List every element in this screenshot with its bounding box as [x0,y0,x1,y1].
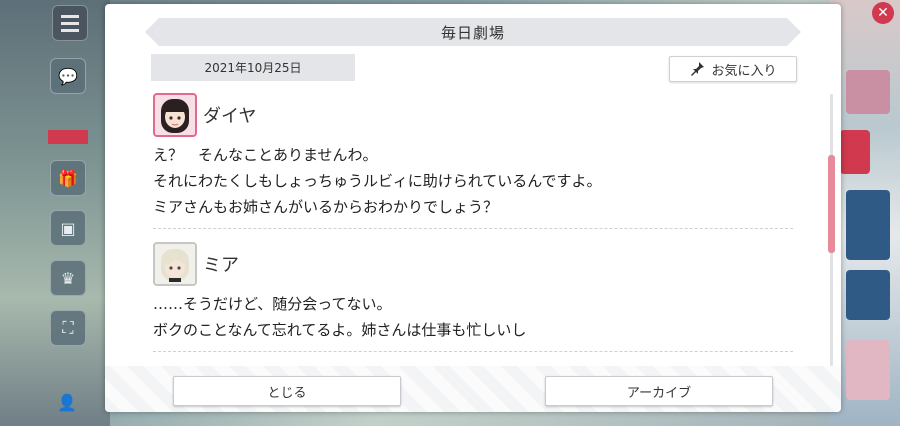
deco-shop [846,270,890,320]
chat-icon[interactable]: 💬 [50,58,86,94]
conversation-entry: ミア ……そうだけど、随分会ってない。 ボクのことなんて忘れてるよ。姉さんは仕事… [153,241,793,352]
deco-badge [840,130,870,174]
screen-icon[interactable]: ▣ [50,210,86,246]
pin-icon [691,62,705,76]
dialog-title-bar: 毎日劇場 [145,18,801,46]
daily-theater-dialog: 毎日劇場 2021年10月25日 お気に入り ダイヤ え？ そんなことありません… [105,4,841,412]
mia-avatar [153,242,197,286]
deco-banner [846,190,890,260]
event-tag [48,130,88,144]
dialogue-line: ボクのことなんて忘れてるよ。姉さんは仕事も忙しいし [153,321,527,339]
dialogue-line: え？ そんなことありませんわ。 [153,146,378,164]
deco-card [846,70,890,114]
scrollbar-thumb[interactable] [828,154,835,253]
archive-button[interactable]: アーカイブ [545,376,773,406]
conversation-log[interactable]: ダイヤ え？ そんなことありませんわ。 それにわたくしもしょっちゅうルビィに助け… [153,92,793,360]
dia-avatar [153,93,197,137]
trophy-icon[interactable]: ♛ [50,260,86,296]
favorite-label: お気に入り [711,63,777,79]
close-button[interactable]: とじる [173,376,401,406]
dialog-title: 毎日劇場 [440,23,505,42]
user-icon[interactable]: 👤 [50,385,84,419]
speaker-name: ダイヤ [203,106,257,127]
date-label: 2021年10月25日 [151,54,355,81]
speaker-row: ダイヤ [153,92,793,138]
dialogue-line: ……そうだけど、随分会ってない。 [153,295,392,313]
dialogue-line: それにわたくしもしょっちゅうルビィに助けられているんですよ。 [153,172,602,190]
menu-icon[interactable] [52,5,88,41]
dialogue-line: ミアさんもお姉さんがいるからおわかりでしょう？ [153,198,499,216]
gift-icon[interactable]: 🎁 [50,160,86,196]
speaker-row: ミア [153,241,793,287]
favorite-button[interactable]: お気に入り [669,56,797,82]
speaker-name: ミア [203,255,239,276]
conversation-entry: ダイヤ え？ そんなことありませんわ。 それにわたくしもしょっちゅうルビィに助け… [153,92,793,229]
expand-icon[interactable]: ⛶ [50,310,86,346]
deco-panel [846,340,890,400]
close-icon[interactable]: ✕ [872,2,894,24]
